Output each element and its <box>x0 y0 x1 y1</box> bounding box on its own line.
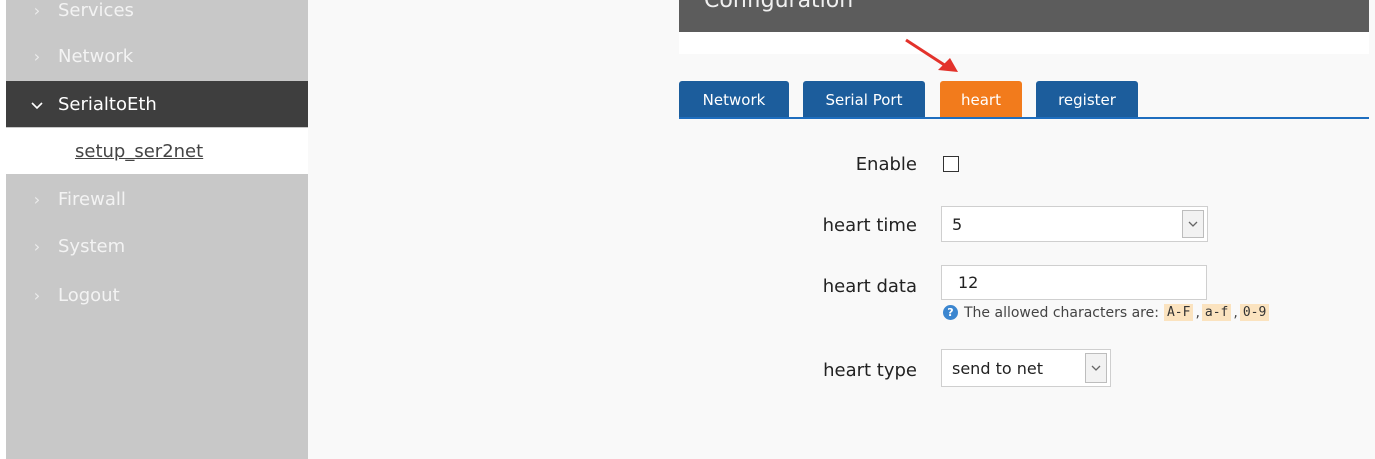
chevron-right-icon: › <box>33 189 41 209</box>
chevron-down-icon <box>1182 210 1204 238</box>
sidebar-item-label: SerialtoEth <box>58 93 157 115</box>
heart-time-select[interactable]: 5 <box>941 206 1208 242</box>
tab-heart[interactable]: heart <box>940 81 1022 119</box>
sidebar-subitem-setup-ser2net[interactable]: setup_ser2net <box>6 128 308 174</box>
chevron-right-icon: › <box>33 236 41 256</box>
chevron-right-icon: › <box>33 0 41 20</box>
chevron-right-icon: › <box>33 46 41 66</box>
heart-data-input[interactable] <box>941 265 1207 300</box>
allowed-chars-badge: A-F <box>1163 304 1194 321</box>
info-icon: ? <box>943 305 958 320</box>
config-subheader <box>679 32 1369 54</box>
sidebar-subitem-label: setup_ser2net <box>75 140 204 162</box>
heart-time-label: heart time <box>822 215 917 236</box>
heart-type-select[interactable]: send to net <box>941 349 1111 387</box>
heart-data-label: heart data <box>822 276 917 297</box>
sidebar-item-label: Firewall <box>58 188 126 210</box>
sidebar-item-logout[interactable]: › Logout <box>6 272 308 318</box>
config-header: Configuration <box>679 0 1369 32</box>
allowed-chars-badge: 0-9 <box>1239 304 1270 321</box>
enable-label: Enable <box>855 154 917 175</box>
allowed-chars-badge: a-f <box>1201 304 1232 321</box>
chevron-down-icon <box>6 95 46 114</box>
sidebar-item-label: Network <box>58 45 134 67</box>
sidebar-item-network[interactable]: › Network <box>6 33 308 79</box>
annotation-arrow <box>905 38 958 72</box>
tab-network[interactable]: Network <box>679 81 789 119</box>
page-title: Configuration <box>704 0 854 13</box>
heart-time-value: 5 <box>952 214 963 234</box>
heart-type-label: heart type <box>823 360 917 381</box>
enable-checkbox[interactable] <box>943 156 959 172</box>
chevron-down-icon <box>1085 353 1107 383</box>
sidebar-item-firewall[interactable]: › Firewall <box>6 176 308 222</box>
tabs-underline <box>679 117 1369 119</box>
sidebar-item-system[interactable]: › System <box>6 223 308 269</box>
hint-separator: , <box>1233 304 1238 321</box>
tab-register[interactable]: register <box>1036 81 1138 119</box>
hint-text: The allowed characters are: <box>964 304 1159 321</box>
heart-data-hint: ? The allowed characters are: A-F, a-f, … <box>943 304 1271 321</box>
tab-serial-port[interactable]: Serial Port <box>803 81 925 119</box>
sidebar-item-label: Services <box>58 0 134 21</box>
sidebar-item-label: System <box>58 235 126 257</box>
sidebar-item-services[interactable]: › Services <box>6 0 308 33</box>
hint-separator: , <box>1195 304 1200 321</box>
sidebar-item-label: Logout <box>58 284 120 306</box>
chevron-right-icon: › <box>33 285 41 305</box>
sidebar-item-serialtoeth[interactable]: SerialtoEth <box>6 81 308 127</box>
sidebar: › Services › Network SerialtoEth setup_s… <box>6 0 308 459</box>
